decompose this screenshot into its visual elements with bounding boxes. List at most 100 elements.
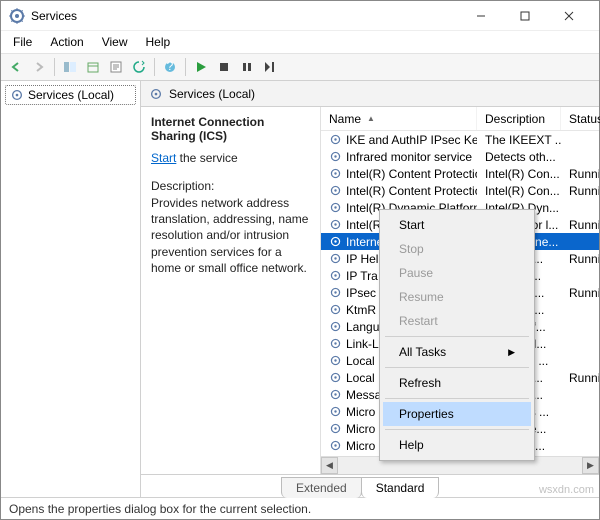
scroll-right-button[interactable]: ▶ — [582, 457, 599, 474]
gear-icon — [329, 133, 342, 146]
table-row[interactable]: Intel(R) Content Protection ... Intel(R) … — [321, 165, 599, 182]
table-row[interactable]: Infrared monitor service Detects oth... — [321, 148, 599, 165]
service-status: Running — [569, 252, 599, 266]
menu-help[interactable]: Help — [138, 33, 179, 51]
gear-icon — [329, 439, 342, 452]
column-header-name[interactable]: Name▲ — [321, 107, 477, 130]
list-header: Name▲ Description Status — [321, 107, 599, 131]
menu-item-label: Refresh — [399, 376, 441, 390]
context-menu-item: Stop — [383, 237, 531, 261]
context-menu-item[interactable]: Start — [383, 213, 531, 237]
refresh-button[interactable] — [128, 56, 150, 78]
statusbar: Opens the properties dialog box for the … — [1, 497, 599, 519]
gear-icon — [329, 167, 342, 180]
gear-icon — [329, 337, 342, 350]
tree-root-label: Services (Local) — [28, 88, 114, 102]
service-name: IPsec — [346, 286, 376, 300]
gear-icon — [329, 422, 342, 435]
back-button[interactable] — [5, 56, 27, 78]
export-button[interactable] — [82, 56, 104, 78]
gear-icon — [329, 405, 342, 418]
menu-file[interactable]: File — [5, 33, 40, 51]
start-service-link[interactable]: Start — [151, 151, 176, 165]
menu-action[interactable]: Action — [42, 33, 91, 51]
table-row[interactable]: Intel(R) Content Protection ... Intel(R) … — [321, 182, 599, 199]
context-menu-item[interactable]: Properties — [383, 402, 531, 426]
service-name: Intel(R) Content Protection ... — [346, 184, 477, 198]
gear-icon — [329, 150, 342, 163]
start-service-button[interactable] — [190, 56, 212, 78]
context-menu-item: Restart — [383, 309, 531, 333]
service-name: Micro — [346, 405, 375, 419]
service-status: Running — [569, 184, 599, 198]
service-status: Running — [569, 167, 599, 181]
service-name: Local — [346, 371, 375, 385]
help-button[interactable]: ? — [159, 56, 181, 78]
stop-service-button[interactable] — [213, 56, 235, 78]
service-name: Micro — [346, 439, 375, 453]
service-name: IP Tra — [346, 269, 378, 283]
service-status: Running — [569, 218, 599, 232]
svg-text:?: ? — [167, 60, 174, 73]
description-text: Provides network address translation, ad… — [151, 195, 310, 276]
menu-item-label: Properties — [399, 407, 454, 421]
selected-service-title: Internet Connection Sharing (ICS) — [151, 115, 310, 143]
gear-icon — [329, 218, 342, 231]
gear-icon — [329, 388, 342, 401]
description-label: Description: — [151, 179, 310, 193]
gear-icon — [329, 201, 342, 214]
column-header-description[interactable]: Description — [477, 107, 561, 130]
minimize-button[interactable] — [459, 2, 503, 30]
start-after-text: the service — [176, 151, 237, 165]
context-menu-item[interactable]: Help — [383, 433, 531, 457]
service-description: Detects oth... — [485, 150, 556, 164]
menu-item-label: Resume — [399, 290, 444, 304]
context-menu-item[interactable]: Refresh — [383, 371, 531, 395]
tree-root-item[interactable]: Services (Local) — [5, 85, 136, 105]
table-row[interactable]: IKE and AuthIP IPsec Keying...The IKEEXT… — [321, 131, 599, 148]
scroll-left-button[interactable]: ◀ — [321, 457, 338, 474]
gear-icon — [329, 235, 342, 248]
tab-standard[interactable]: Standard — [361, 477, 440, 498]
service-description: Intel(R) Con... — [485, 184, 560, 198]
gear-icon — [329, 320, 342, 333]
pause-service-button[interactable] — [236, 56, 258, 78]
view-tabs: Extended Standard — [141, 475, 599, 497]
service-status: Running — [569, 371, 599, 385]
detail-pane: Internet Connection Sharing (ICS) Start … — [141, 107, 321, 474]
close-button[interactable] — [547, 2, 591, 30]
column-header-status[interactable]: Status — [561, 107, 600, 130]
tab-extended[interactable]: Extended — [281, 477, 362, 498]
context-menu-item[interactable]: All Tasks▶ — [383, 340, 531, 364]
titlebar: Services — [1, 1, 599, 31]
toolbar: ? — [1, 53, 599, 81]
gear-icon — [329, 286, 342, 299]
forward-button[interactable] — [28, 56, 50, 78]
sort-asc-icon: ▲ — [367, 114, 375, 123]
service-description: Intel(R) Con... — [485, 167, 560, 181]
gear-icon — [329, 354, 342, 367]
service-name: Micro — [346, 422, 375, 436]
context-menu-item: Pause — [383, 261, 531, 285]
menu-view[interactable]: View — [94, 33, 136, 51]
gear-icon — [329, 184, 342, 197]
gear-icon — [329, 303, 342, 316]
show-hide-tree-button[interactable] — [59, 56, 81, 78]
service-name: IKE and AuthIP IPsec Keying... — [346, 133, 477, 147]
context-menu: Start Stop Pause Resume Restart All Tasks▶ Ref… — [379, 209, 535, 461]
tree-pane: Services (Local) — [1, 81, 141, 497]
statusbar-text: Opens the properties dialog box for the … — [9, 502, 311, 516]
service-name: KtmR — [346, 303, 376, 317]
service-name: Infrared monitor service — [346, 150, 472, 164]
menu-item-label: Help — [399, 438, 424, 452]
restart-service-button[interactable] — [259, 56, 281, 78]
services-app-icon — [9, 8, 25, 24]
right-header-label: Services (Local) — [169, 87, 255, 101]
right-header: Services (Local) — [141, 81, 599, 107]
properties-button[interactable] — [105, 56, 127, 78]
context-menu-item: Resume — [383, 285, 531, 309]
maximize-button[interactable] — [503, 2, 547, 30]
menu-item-label: Pause — [399, 266, 433, 280]
service-name: Intel(R) Content Protection ... — [346, 167, 477, 181]
menu-item-label: Start — [399, 218, 424, 232]
